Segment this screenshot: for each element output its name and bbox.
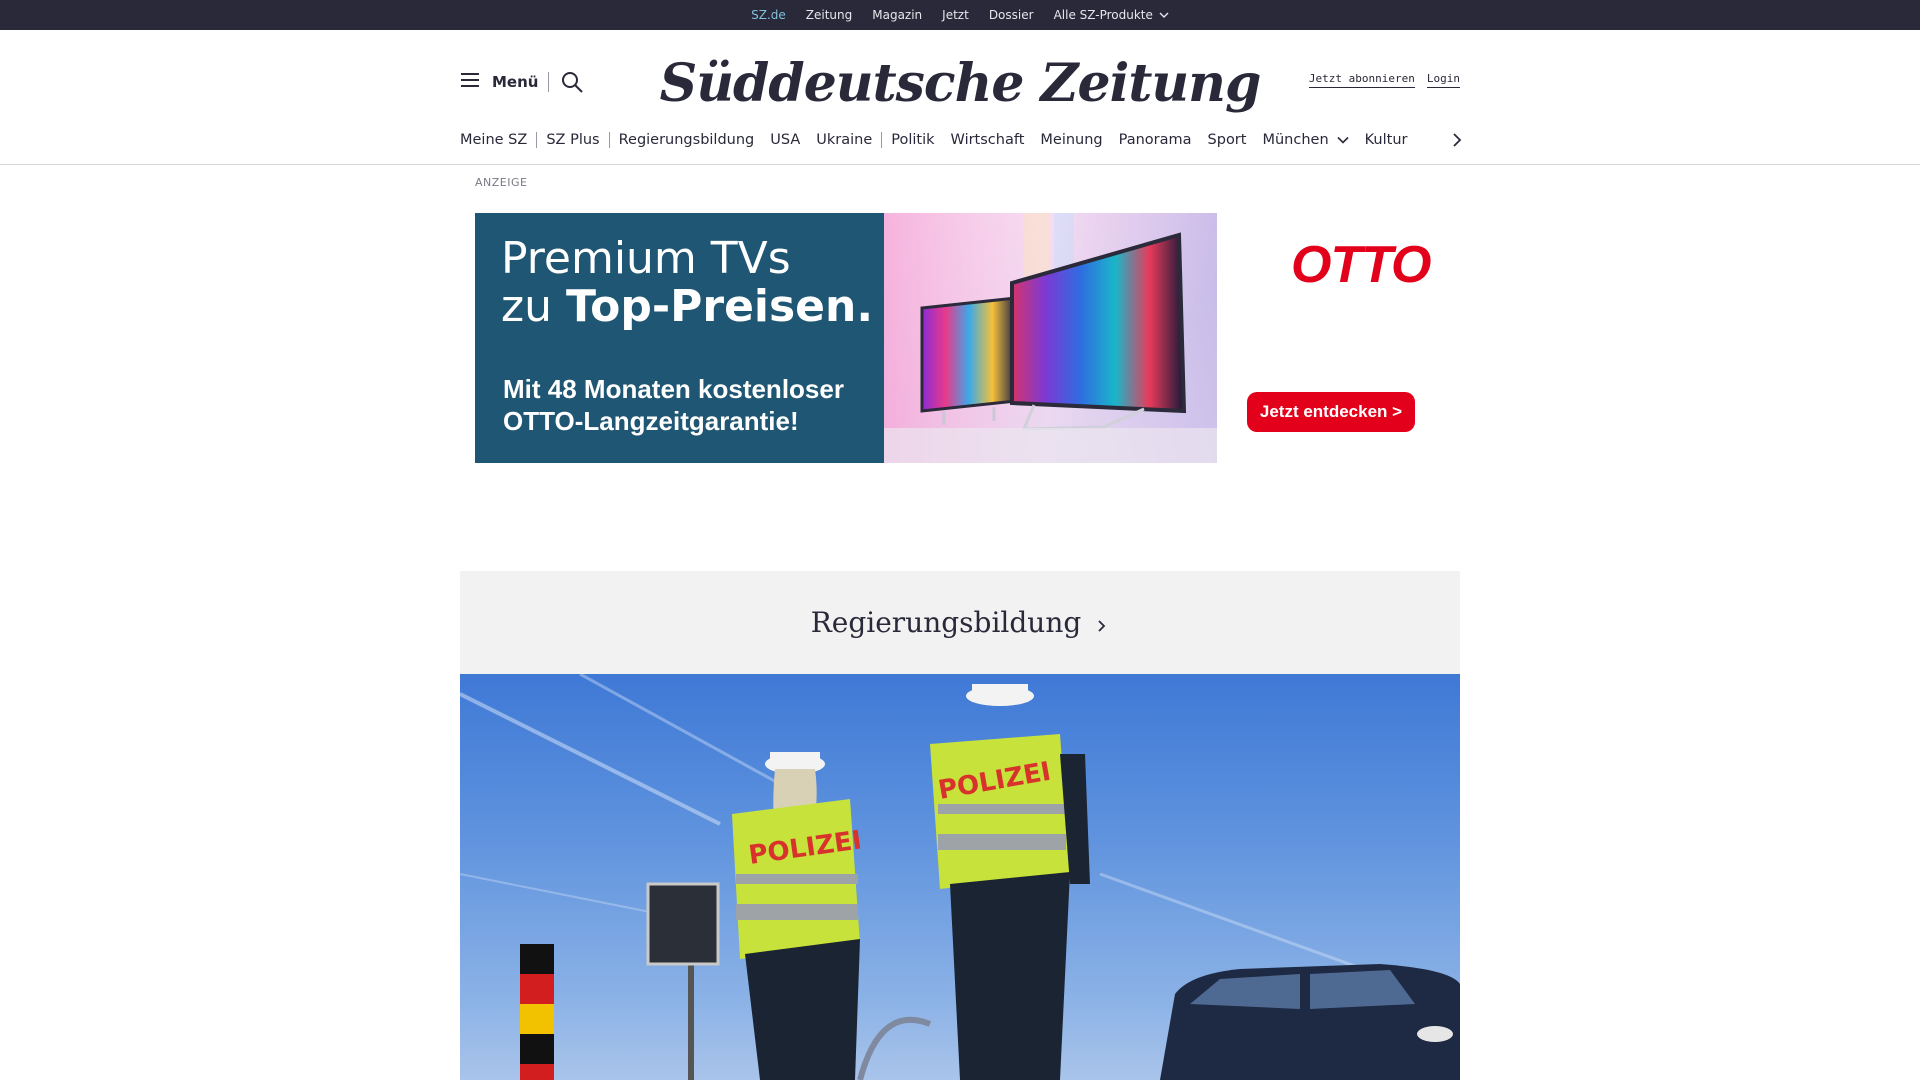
login-link[interactable]: Login <box>1426 72 1460 88</box>
lead-article-photo[interactable]: POLIZEI POLIZEI <box>460 674 1460 1080</box>
nav-item-wirtschaft[interactable]: Wirtschaft <box>951 132 1025 148</box>
nav-item-muenchen[interactable]: München <box>1262 132 1349 148</box>
ad-headline-line1: Premium TVs <box>501 233 791 284</box>
nav-divider <box>881 132 883 148</box>
product-link-alle-sz-produkte[interactable]: Alle SZ-Produkte <box>1044 0 1179 30</box>
nav-item-politik[interactable]: Politik <box>891 132 934 148</box>
header-divider <box>548 72 549 92</box>
ad-headline-line2: zu Top-Preisen. <box>501 283 873 331</box>
logo-text: Süddeutsche Zeitung <box>659 52 1262 114</box>
ad-subline: Mit 48 Monaten kostenloser OTTO-Langzeit… <box>503 374 844 436</box>
product-links: SZ.de Zeitung Magazin Jetzt Dossier Alle… <box>0 0 1920 36</box>
chevron-right-icon <box>1095 619 1109 633</box>
product-link-zeitung[interactable]: Zeitung <box>796 0 862 30</box>
chevron-down-icon <box>1159 0 1169 30</box>
menu-label: Menü <box>492 73 539 91</box>
nav-item-ukraine[interactable]: Ukraine <box>816 132 872 148</box>
site-logo[interactable]: Süddeutsche Zeitung <box>660 48 1262 118</box>
otto-ad-banner[interactable]: Premium TVs zu Top-Preisen. Mit 48 Monat… <box>475 213 1445 463</box>
product-bar: SZ.de Zeitung Magazin Jetzt Dossier Alle… <box>0 0 1920 36</box>
product-link-magazin[interactable]: Magazin <box>862 0 932 30</box>
ad-text-panel: Premium TVs zu Top-Preisen. Mit 48 Monat… <box>475 213 884 463</box>
menu-button[interactable]: Menü <box>460 70 538 94</box>
nav-item-sz-plus[interactable]: SZ Plus <box>546 132 599 148</box>
ad-label: ANZEIGE <box>475 176 528 189</box>
nav-item-regierungsbildung[interactable]: Regierungsbildung <box>619 132 755 148</box>
product-link-alle-label: Alle SZ-Produkte <box>1053 8 1153 22</box>
product-link-sz-de[interactable]: SZ.de <box>741 0 796 36</box>
nav-item-kultur[interactable]: Kultur <box>1365 132 1408 148</box>
nav-scroll-right-icon[interactable] <box>1448 131 1466 149</box>
ad-cta-button[interactable]: Jetzt entdecken > <box>1247 392 1415 432</box>
ad-headline-bold: Top-Preisen. <box>565 281 874 332</box>
police-border-photo: POLIZEI POLIZEI <box>460 674 1460 1080</box>
nav-item-meine-sz[interactable]: Meine SZ <box>460 132 527 148</box>
nav-item-panorama[interactable]: Panorama <box>1119 132 1192 148</box>
otto-brand-panel: OTTO Jetzt entdecken > <box>1217 213 1445 463</box>
product-link-dossier[interactable]: Dossier <box>979 0 1044 30</box>
chevron-down-icon <box>1337 136 1349 144</box>
main-nav: Meine SZ SZ Plus Regierungsbildung USA U… <box>460 128 1460 152</box>
product-link-jetzt[interactable]: Jetzt <box>932 0 979 30</box>
topic-title: Regierungsbildung <box>810 606 1082 639</box>
hamburger-icon <box>460 72 480 93</box>
topic-teaser-regierungsbildung[interactable]: Regierungsbildung <box>460 571 1460 674</box>
nav-divider <box>536 132 538 148</box>
site-header: Menü Süddeutsche Zeitung Jetzt abonniere… <box>0 30 1920 165</box>
nav-item-sport[interactable]: Sport <box>1208 132 1247 148</box>
nav-divider <box>608 132 610 148</box>
ad-headline-prefix: zu <box>501 281 566 332</box>
otto-logo: OTTO <box>1291 236 1431 294</box>
account-links: Jetzt abonnieren Login <box>1308 72 1460 88</box>
tv-product-image <box>884 213 1217 463</box>
search-icon[interactable] <box>560 70 584 94</box>
nav-item-usa[interactable]: USA <box>770 132 800 148</box>
subscribe-link[interactable]: Jetzt abonnieren <box>1308 72 1415 88</box>
nav-item-muenchen-label: München <box>1262 132 1329 148</box>
nav-item-meinung[interactable]: Meinung <box>1040 132 1102 148</box>
